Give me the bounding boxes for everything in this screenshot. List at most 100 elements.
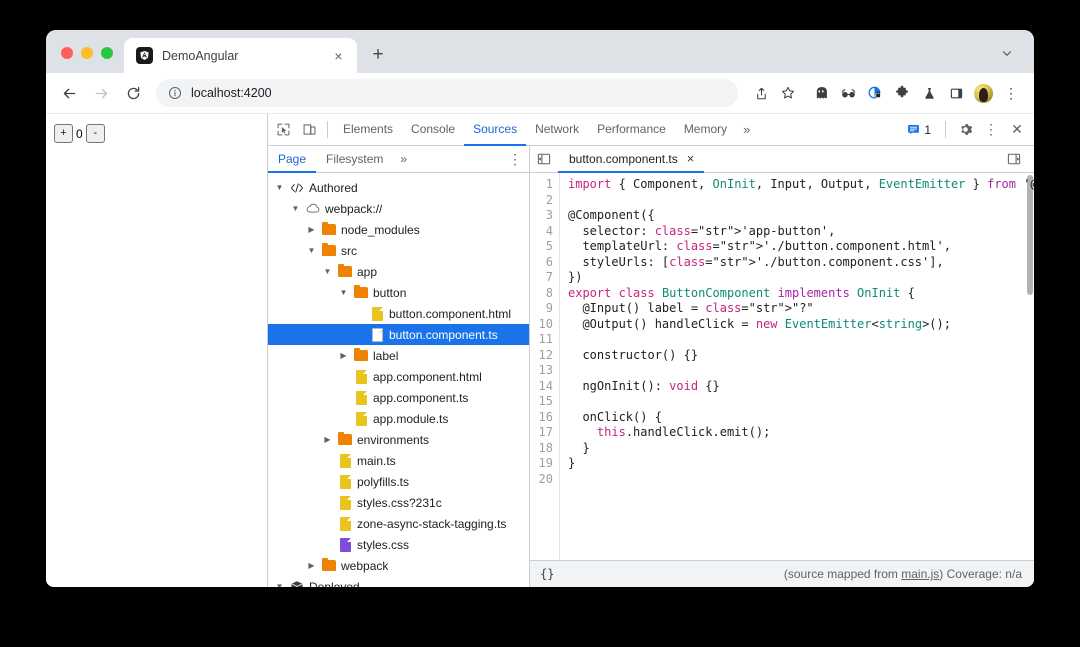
tree-row[interactable]: ▼ app [268, 261, 529, 282]
file-icon [338, 474, 352, 489]
tab-elements[interactable]: Elements [334, 114, 402, 146]
zoom-increment-button[interactable]: + [54, 124, 73, 143]
address-bar[interactable]: localhost:4200 [156, 79, 738, 107]
screenshot-root: DemoAngular × + localhost:4200 ⋮ + 0 - E… [0, 0, 1080, 647]
twisty-expanded-icon[interactable]: ▼ [290, 203, 301, 214]
tab-title: DemoAngular [162, 48, 239, 63]
tree-row[interactable]: button.component.html [268, 303, 529, 324]
line-number: 11 [538, 332, 553, 346]
tab-console[interactable]: Console [402, 114, 464, 146]
privacy-shield-icon[interactable] [862, 80, 888, 106]
show-debugger-icon[interactable] [1000, 146, 1028, 172]
editor-tab-button-component-ts[interactable]: button.component.ts × [558, 146, 705, 173]
twisty-collapsed-icon[interactable]: ▶ [322, 434, 333, 445]
inspect-element-icon[interactable] [270, 117, 296, 143]
twisty-collapsed-icon[interactable]: ▶ [306, 560, 317, 571]
folder-icon [338, 431, 352, 447]
tree-row[interactable]: ▶ webpack [268, 555, 529, 576]
scrollbar-thumb[interactable] [1027, 175, 1033, 295]
twisty-expanded-icon[interactable]: ▼ [274, 581, 285, 587]
browser-toolbar: localhost:4200 ⋮ [46, 73, 1034, 114]
window-traffic-lights [46, 47, 124, 73]
maximize-window-button[interactable] [101, 47, 113, 59]
twisty-expanded-icon[interactable]: ▼ [274, 182, 285, 193]
line-number: 10 [538, 316, 553, 331]
tree-row[interactable]: ▼ Deployed [268, 576, 529, 587]
tree-row[interactable]: zone-async-stack-tagging.ts [268, 513, 529, 534]
lab-flask-icon[interactable] [916, 80, 942, 106]
twisty-collapsed-icon[interactable]: ▶ [338, 350, 349, 361]
device-toolbar-icon[interactable] [296, 117, 322, 143]
twisty-collapsed-icon[interactable]: ▶ [306, 224, 317, 235]
issues-counter[interactable]: 1 [902, 121, 938, 139]
gear-icon[interactable] [952, 117, 978, 143]
close-window-button[interactable] [61, 47, 73, 59]
twisty-expanded-icon[interactable]: ▼ [322, 266, 333, 277]
folder-icon [338, 263, 352, 279]
chevron-down-icon[interactable] [993, 39, 1021, 67]
new-tab-button[interactable]: + [364, 41, 392, 69]
ghost-icon[interactable] [808, 80, 834, 106]
code-line: import { Component, OnInit, Input, Outpu… [568, 177, 1034, 191]
twisty-expanded-icon[interactable]: ▼ [338, 287, 349, 298]
tree-row[interactable]: ▶ node_modules [268, 219, 529, 240]
avatar[interactable] [974, 83, 993, 103]
navigator-tab-page[interactable]: Page [268, 146, 317, 173]
tree-row[interactable]: ▼ src [268, 240, 529, 261]
share-icon[interactable] [748, 80, 774, 106]
code-line: ngOnInit(): void {} [568, 378, 720, 393]
tab-memory[interactable]: Memory [675, 114, 736, 146]
tree-row[interactable]: app.module.ts [268, 408, 529, 429]
code-line: @Output() handleClick = new EventEmitter… [568, 316, 951, 331]
editor-vertical-scrollbar[interactable] [1026, 173, 1034, 560]
side-panel-icon[interactable] [943, 80, 969, 106]
source-map-link[interactable]: main.js [901, 567, 939, 581]
close-icon[interactable]: ✕ [1004, 117, 1030, 143]
extensions-puzzle-icon[interactable] [889, 80, 915, 106]
more-tabs-icon[interactable]: » [736, 114, 757, 145]
forward-button[interactable] [86, 78, 116, 108]
file-icon [354, 411, 368, 426]
tree-row[interactable]: polyfills.ts [268, 471, 529, 492]
tree-row[interactable]: ▼ button [268, 282, 529, 303]
back-button[interactable] [54, 78, 84, 108]
navigator-more-icon[interactable]: » [393, 146, 414, 172]
tree-row-selected[interactable]: button.component.ts [268, 324, 529, 345]
close-tab-button[interactable]: × [330, 47, 347, 64]
zoom-decrement-button[interactable]: - [85, 124, 105, 143]
tree-row[interactable]: ▶ environments [268, 429, 529, 450]
more-options-icon[interactable]: ⋮ [978, 117, 1004, 143]
navigator-menu-icon[interactable]: ⋮ [501, 146, 529, 172]
tree-row[interactable]: main.ts [268, 450, 529, 471]
code-line: constructor() {} [568, 347, 699, 362]
tree-row[interactable]: styles.css [268, 534, 529, 555]
tab-performance[interactable]: Performance [588, 114, 675, 146]
line-number: 17 [538, 425, 553, 439]
glasses-icon[interactable] [835, 80, 861, 106]
tree-row[interactable]: ▼ webpack:// [268, 198, 529, 219]
code-editor[interactable]: 1 2 3 4 5 6 7 8 9 10 11 12 13 14 15 16 17 18 19 20 import {… [530, 173, 1034, 560]
browser-menu-button[interactable]: ⋮ [998, 80, 1024, 106]
file-icon [354, 369, 368, 384]
browser-tab-demoangular[interactable]: DemoAngular × [124, 38, 357, 73]
navigator-tab-filesystem[interactable]: Filesystem [316, 146, 393, 173]
tree-row[interactable]: ▶ label [268, 345, 529, 366]
editor-tab-close-button[interactable]: × [687, 152, 695, 165]
twisty-expanded-icon[interactable]: ▼ [306, 245, 317, 256]
minimize-window-button[interactable] [81, 47, 93, 59]
tree-row[interactable]: styles.css?231c [268, 492, 529, 513]
tree-row[interactable]: app.component.ts [268, 387, 529, 408]
tab-sources[interactable]: Sources [464, 114, 527, 146]
browser-toolbar-icons: ⋮ [748, 80, 1024, 106]
source-code[interactable]: import { Component, OnInit, Input, Outpu… [560, 173, 1034, 560]
bookmark-star-icon[interactable] [775, 80, 801, 106]
info-circle-icon[interactable] [168, 86, 182, 100]
reload-button[interactable] [118, 78, 148, 108]
tree-row[interactable]: ▼ Authored [268, 177, 529, 198]
pretty-print-button[interactable]: {} [540, 567, 554, 581]
tab-network[interactable]: Network [526, 114, 588, 146]
show-navigator-icon[interactable] [530, 146, 558, 172]
tree-row[interactable]: app.component.html [268, 366, 529, 387]
